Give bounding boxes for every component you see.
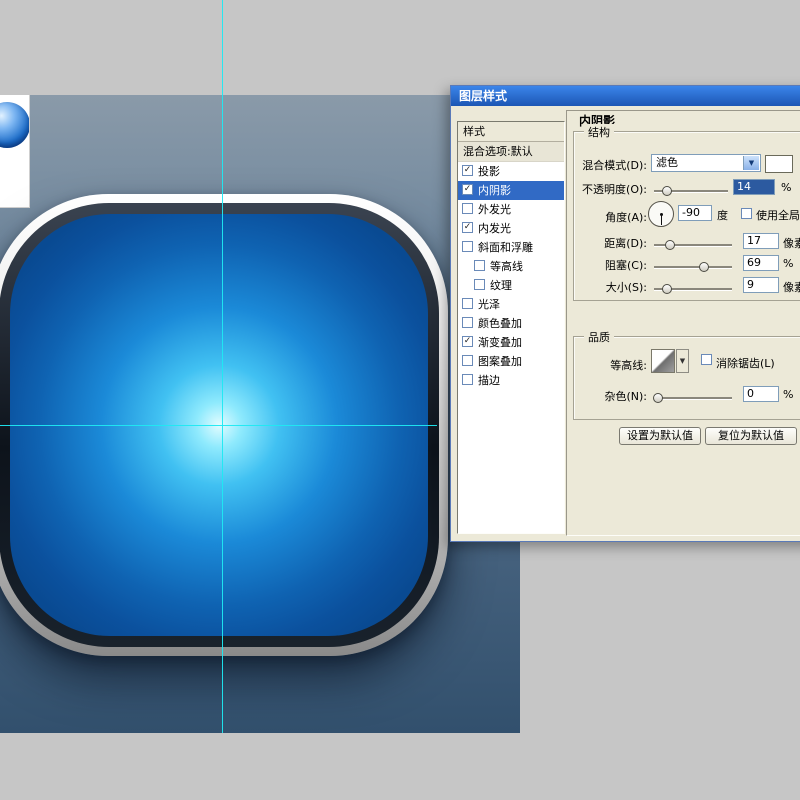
style-row-label: 纹理: [490, 279, 512, 292]
style-row[interactable]: 外发光: [458, 200, 564, 219]
style-row[interactable]: ✓ 内阴影: [458, 181, 564, 200]
global-light-checkbox[interactable]: [741, 208, 752, 219]
angle-dial-needle: [661, 214, 662, 225]
distance-unit: 像素: [783, 237, 800, 250]
style-row-label: 颜色叠加: [478, 317, 522, 330]
choke-label: 阻塞(C):: [605, 259, 647, 272]
checked-checkbox-icon[interactable]: ✓: [462, 165, 473, 176]
choke-slider[interactable]: [654, 262, 732, 272]
dialog-title: 图层样式: [459, 89, 508, 103]
blue-sphere-thumbnail: [0, 102, 29, 148]
style-row[interactable]: 光泽: [458, 295, 564, 314]
style-row-label: 斜面和浮雕: [478, 241, 533, 254]
vertical-guide[interactable]: [222, 0, 223, 733]
style-row-label: 图案叠加: [478, 355, 522, 368]
opacity-unit: %: [781, 181, 792, 194]
opacity-input[interactable]: 14: [733, 179, 775, 195]
size-input[interactable]: 9: [743, 277, 779, 293]
style-row[interactable]: 等高线: [458, 257, 564, 276]
choke-slider-knob[interactable]: [699, 262, 709, 272]
style-row-label: 内阴影: [478, 184, 511, 197]
contour-label: 等高线:: [610, 359, 647, 372]
choke-input[interactable]: 69: [743, 255, 779, 271]
dialog-titlebar[interactable]: 图层样式: [451, 86, 800, 106]
blending-options-row[interactable]: 混合选项:默认: [458, 142, 564, 162]
unchecked-checkbox-icon[interactable]: [462, 203, 473, 214]
unchecked-checkbox-icon[interactable]: [462, 355, 473, 366]
style-row[interactable]: 颜色叠加: [458, 314, 564, 333]
size-unit: 像素: [783, 281, 800, 294]
unchecked-checkbox-icon[interactable]: [462, 317, 473, 328]
distance-input[interactable]: 17: [743, 233, 779, 249]
distance-slider[interactable]: [654, 240, 732, 250]
distance-slider-knob[interactable]: [665, 240, 675, 250]
angle-input[interactable]: -90: [678, 205, 712, 221]
unchecked-checkbox-icon[interactable]: [462, 374, 473, 385]
layer-style-dialog: 图层样式 样式 混合选项:默认 ✓ 投影 ✓ 内阴影外发光 ✓ 内发光斜面和浮雕等高线纹理…: [450, 85, 800, 542]
noise-label: 杂色(N):: [604, 390, 647, 403]
antialias-checkbox[interactable]: [701, 354, 712, 365]
style-row[interactable]: ✓ 投影: [458, 162, 564, 181]
style-row[interactable]: ✓ 内发光: [458, 219, 564, 238]
style-row-label: 外发光: [478, 203, 511, 216]
horizontal-guide[interactable]: [0, 425, 437, 426]
style-row[interactable]: 纹理: [458, 276, 564, 295]
structure-group-legend: 结构: [584, 124, 614, 140]
style-row-label: 内发光: [478, 222, 511, 235]
blend-mode-value: 滤色: [656, 156, 678, 169]
checked-checkbox-icon[interactable]: ✓: [462, 222, 473, 233]
photoshop-workspace: 图层样式 样式 混合选项:默认 ✓ 投影 ✓ 内阴影外发光 ✓ 内发光斜面和浮雕等高线纹理…: [0, 0, 800, 800]
checked-checkbox-icon[interactable]: ✓: [462, 336, 473, 347]
style-row-label: 渐变叠加: [478, 336, 522, 349]
noise-unit: %: [783, 388, 794, 401]
unchecked-checkbox-icon[interactable]: [474, 260, 485, 271]
angle-dial[interactable]: [648, 201, 674, 227]
size-slider[interactable]: [654, 284, 732, 294]
noise-slider-knob[interactable]: [653, 393, 663, 403]
style-row[interactable]: 斜面和浮雕: [458, 238, 564, 257]
angle-unit: 度: [717, 209, 728, 222]
blend-mode-label: 混合模式(D):: [582, 159, 647, 172]
opacity-label: 不透明度(O):: [582, 183, 647, 196]
unchecked-checkbox-icon[interactable]: [462, 241, 473, 252]
style-row[interactable]: 描边: [458, 371, 564, 390]
style-row-label: 等高线: [490, 260, 523, 273]
contour-thumbnail[interactable]: [651, 349, 675, 373]
document-thumbnail-panel: [0, 95, 30, 208]
unchecked-checkbox-icon[interactable]: [474, 279, 485, 290]
unchecked-checkbox-icon[interactable]: [462, 298, 473, 309]
angle-label: 角度(A):: [605, 211, 647, 224]
opacity-slider[interactable]: [654, 186, 728, 196]
style-row[interactable]: ✓ 渐变叠加: [458, 333, 564, 352]
shadow-color-swatch[interactable]: [765, 155, 793, 173]
reset-default-button[interactable]: 复位为默认值: [705, 427, 797, 445]
noise-input[interactable]: 0: [743, 386, 779, 402]
quality-group-legend: 品质: [584, 329, 614, 345]
blend-mode-select[interactable]: 滤色 ▼: [651, 154, 761, 172]
size-label: 大小(S):: [605, 281, 647, 294]
style-row-label: 投影: [478, 165, 500, 178]
checked-checkbox-icon[interactable]: ✓: [462, 184, 473, 195]
styles-list-header[interactable]: 样式: [458, 122, 564, 142]
style-row-label: 光泽: [478, 298, 500, 311]
choke-unit: %: [783, 257, 794, 270]
styles-list: 样式 混合选项:默认 ✓ 投影 ✓ 内阴影外发光 ✓ 内发光斜面和浮雕等高线纹理光泽颜色叠…: [457, 121, 565, 534]
styles-list-items: ✓ 投影 ✓ 内阴影外发光 ✓ 内发光斜面和浮雕等高线纹理光泽颜色叠加 ✓ 渐变叠加图案叠加描…: [458, 162, 564, 390]
size-slider-knob[interactable]: [662, 284, 672, 294]
style-row[interactable]: 图案叠加: [458, 352, 564, 371]
antialias-label: 消除锯齿(L): [716, 357, 775, 370]
dropdown-arrow-icon[interactable]: ▼: [743, 156, 759, 170]
noise-slider[interactable]: [653, 393, 732, 403]
make-default-button[interactable]: 设置为默认值: [619, 427, 701, 445]
angle-dial-center: [659, 212, 663, 216]
contour-arrow-icon[interactable]: ▼: [676, 349, 689, 373]
global-light-label: 使用全局光(G): [756, 209, 800, 222]
distance-label: 距离(D):: [604, 237, 647, 250]
opacity-slider-knob[interactable]: [662, 186, 672, 196]
style-row-label: 描边: [478, 374, 500, 387]
